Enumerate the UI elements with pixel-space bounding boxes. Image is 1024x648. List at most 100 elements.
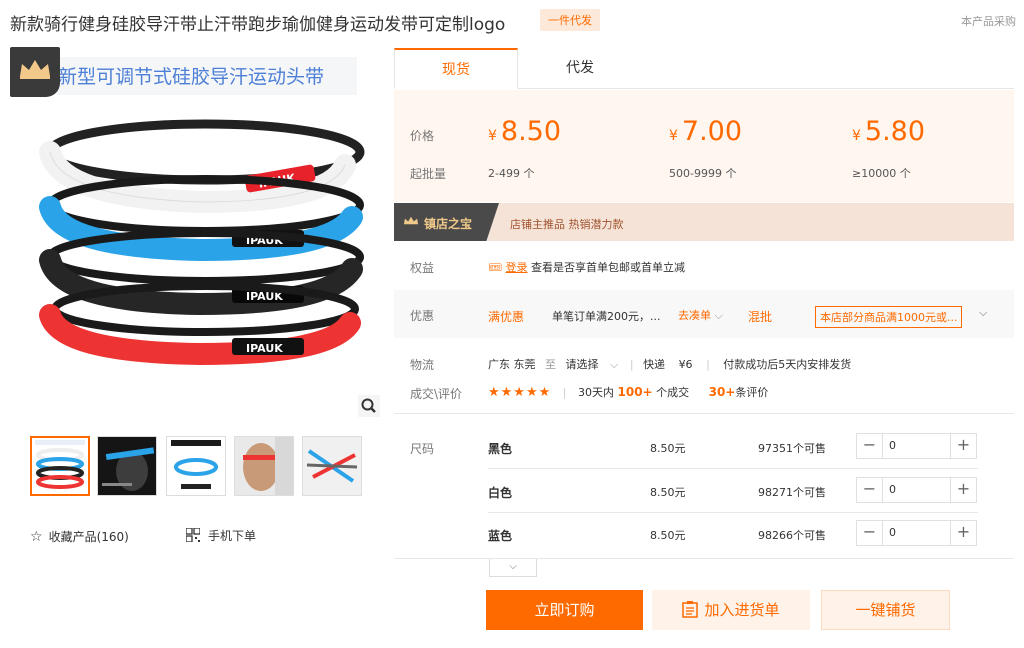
qty-tier-3: ≥10000 个 — [852, 167, 911, 180]
increment-button[interactable]: + — [950, 521, 976, 545]
purchase-link[interactable]: 本产品采购 — [961, 13, 1016, 29]
variant-name: 蓝色 — [488, 529, 513, 543]
discount-desc: 单笔订单满200元，... — [552, 310, 661, 323]
order-now-button[interactable]: 立即订购 — [486, 590, 643, 630]
tab-in-stock[interactable]: 现货 — [394, 48, 518, 89]
dropship-badge[interactable]: 一件代发 — [540, 9, 600, 31]
variant-stock: 98266个可售 — [758, 529, 826, 542]
banner-text: 店铺主推品 热销潜力款 — [510, 218, 624, 231]
qty-tier-1: 2-499 个 — [488, 167, 535, 180]
decrement-button[interactable]: − — [857, 434, 883, 458]
variant-price: 8.50元 — [650, 486, 686, 499]
quantity-input[interactable]: 0 — [889, 483, 896, 496]
decrement-button[interactable]: − — [857, 521, 883, 545]
decrement-button[interactable]: − — [857, 478, 883, 502]
quantity-input[interactable]: 0 — [889, 526, 896, 539]
clipboard-icon — [682, 601, 699, 618]
logistics-label: 物流 — [410, 358, 435, 372]
chevron-down-icon[interactable]: ⌵ — [979, 306, 987, 320]
destination-label: 请选择 — [565, 358, 599, 371]
reviews-suffix: 条评价 — [735, 386, 769, 399]
add-items-link[interactable]: 去凑单 ⌵ — [678, 307, 723, 323]
expand-variants-button[interactable]: ⌵ — [489, 559, 537, 577]
price-tier-2: ¥7.00 — [669, 116, 742, 147]
star-outline-icon: ☆ — [30, 529, 43, 545]
login-link[interactable]: 登录 — [505, 261, 527, 274]
crown-icon — [20, 60, 50, 79]
variant-stock: 98271个可售 — [758, 486, 826, 499]
image-caption: 新型可调节式硅胶导汗运动头带 — [58, 66, 325, 88]
price-label: 价格 — [410, 129, 435, 143]
ship-from: 广东 东莞 — [488, 358, 536, 371]
currency-symbol: ¥ — [669, 128, 678, 144]
express-label: 快递 — [643, 358, 666, 371]
favorite-button[interactable]: ☆ 收藏产品(160) — [30, 528, 129, 545]
divider — [488, 468, 978, 469]
shipping-fee: ¥6 — [678, 358, 693, 371]
chevron-down-icon: ⌵ — [509, 561, 517, 572]
benefits-label: 权益 — [410, 261, 435, 275]
main-product-image[interactable]: IPAUK IPAUK IPAUK IPAUK — [10, 47, 380, 419]
promo-tag[interactable]: 本店部分商品满1000元或... — [815, 306, 963, 328]
size-row-blue: 蓝色 8.50元 98266个可售 − 0 + — [488, 514, 978, 554]
reviews-label: 成交\评价 — [410, 387, 463, 401]
thumbnail-2[interactable] — [97, 436, 157, 496]
qrcode-icon — [185, 527, 201, 543]
qty-tier-2: 500-9999 个 — [669, 167, 737, 180]
increment-button[interactable]: + — [950, 434, 976, 458]
divider — [394, 413, 1014, 414]
coupon-icon: 🎟 — [488, 261, 502, 274]
thumbnail-4[interactable] — [234, 436, 294, 496]
price-value: 8.50 — [500, 116, 562, 147]
variant-price: 8.50元 — [650, 442, 686, 455]
reviews-count[interactable]: 30+ — [709, 385, 736, 399]
banner-title: 镇店之宝 — [424, 217, 473, 231]
thumbnail-5[interactable] — [302, 436, 362, 496]
mixed-batch-link[interactable]: 混批 — [748, 308, 772, 325]
star-rating-icon: ★★★★★ — [488, 385, 552, 400]
quantity-stepper: − 0 + — [856, 520, 977, 546]
discount-type: 满优惠 — [488, 310, 525, 324]
mobile-order-button[interactable]: 手机下单 — [185, 527, 257, 544]
min-qty-label: 起批量 — [410, 167, 447, 181]
variant-name: 白色 — [488, 486, 513, 500]
chevron-down-icon: ⌵ — [714, 309, 723, 322]
price-tier-1: ¥8.50 — [488, 116, 561, 147]
variant-stock: 97351个可售 — [758, 442, 826, 455]
destination-select[interactable]: 请选择 ⌵ — [566, 358, 627, 371]
quantity-stepper: − 0 + — [856, 433, 977, 459]
deals-suffix: 个成交 — [656, 386, 690, 399]
divider — [488, 512, 978, 513]
thumbnail-1[interactable] — [30, 436, 90, 496]
product-title: 新款骑行健身硅胶导汗带止汗带跑步瑜伽健身运动发带可定制logo — [10, 15, 506, 35]
discount-label: 优惠 — [410, 309, 435, 323]
mobile-order-label: 手机下单 — [208, 529, 257, 543]
quantity-stepper: − 0 + — [856, 477, 977, 503]
chevron-down-icon: ⌵ — [610, 358, 619, 371]
divider — [394, 558, 1014, 559]
size-row-black: 黑色 8.50元 97351个可售 − 0 + — [488, 427, 978, 467]
add-items-label: 去凑单 — [678, 309, 711, 322]
price-tier-3: ¥5.80 — [852, 116, 925, 147]
one-click-distribute-button[interactable]: 一键铺货 — [821, 590, 950, 630]
price-value: 5.80 — [864, 116, 926, 147]
variant-name: 黑色 — [488, 442, 513, 456]
brand-label: IPAUK — [246, 342, 283, 355]
ship-note: 付款成功后5天内安排发货 — [723, 358, 852, 371]
benefits-text: 查看是否享首单包邮或首单立减 — [530, 261, 685, 274]
quantity-input[interactable]: 0 — [889, 439, 896, 452]
deals-prefix: 30天内 — [578, 386, 614, 399]
tab-dropship[interactable]: 代发 — [518, 48, 642, 89]
currency-symbol: ¥ — [852, 128, 861, 144]
size-label: 尺码 — [410, 442, 435, 456]
deals-count[interactable]: 100+ — [618, 385, 653, 399]
to-word: 至 — [545, 358, 556, 371]
purchase-tabs: 现货 代发 — [394, 48, 1014, 89]
zoom-button[interactable] — [358, 395, 380, 417]
crown-icon — [403, 216, 419, 225]
variant-price: 8.50元 — [650, 529, 686, 542]
add-to-cart-button[interactable]: 加入进货单 — [652, 590, 810, 630]
thumbnail-3[interactable] — [166, 436, 226, 496]
increment-button[interactable]: + — [950, 478, 976, 502]
price-value: 7.00 — [681, 116, 743, 147]
